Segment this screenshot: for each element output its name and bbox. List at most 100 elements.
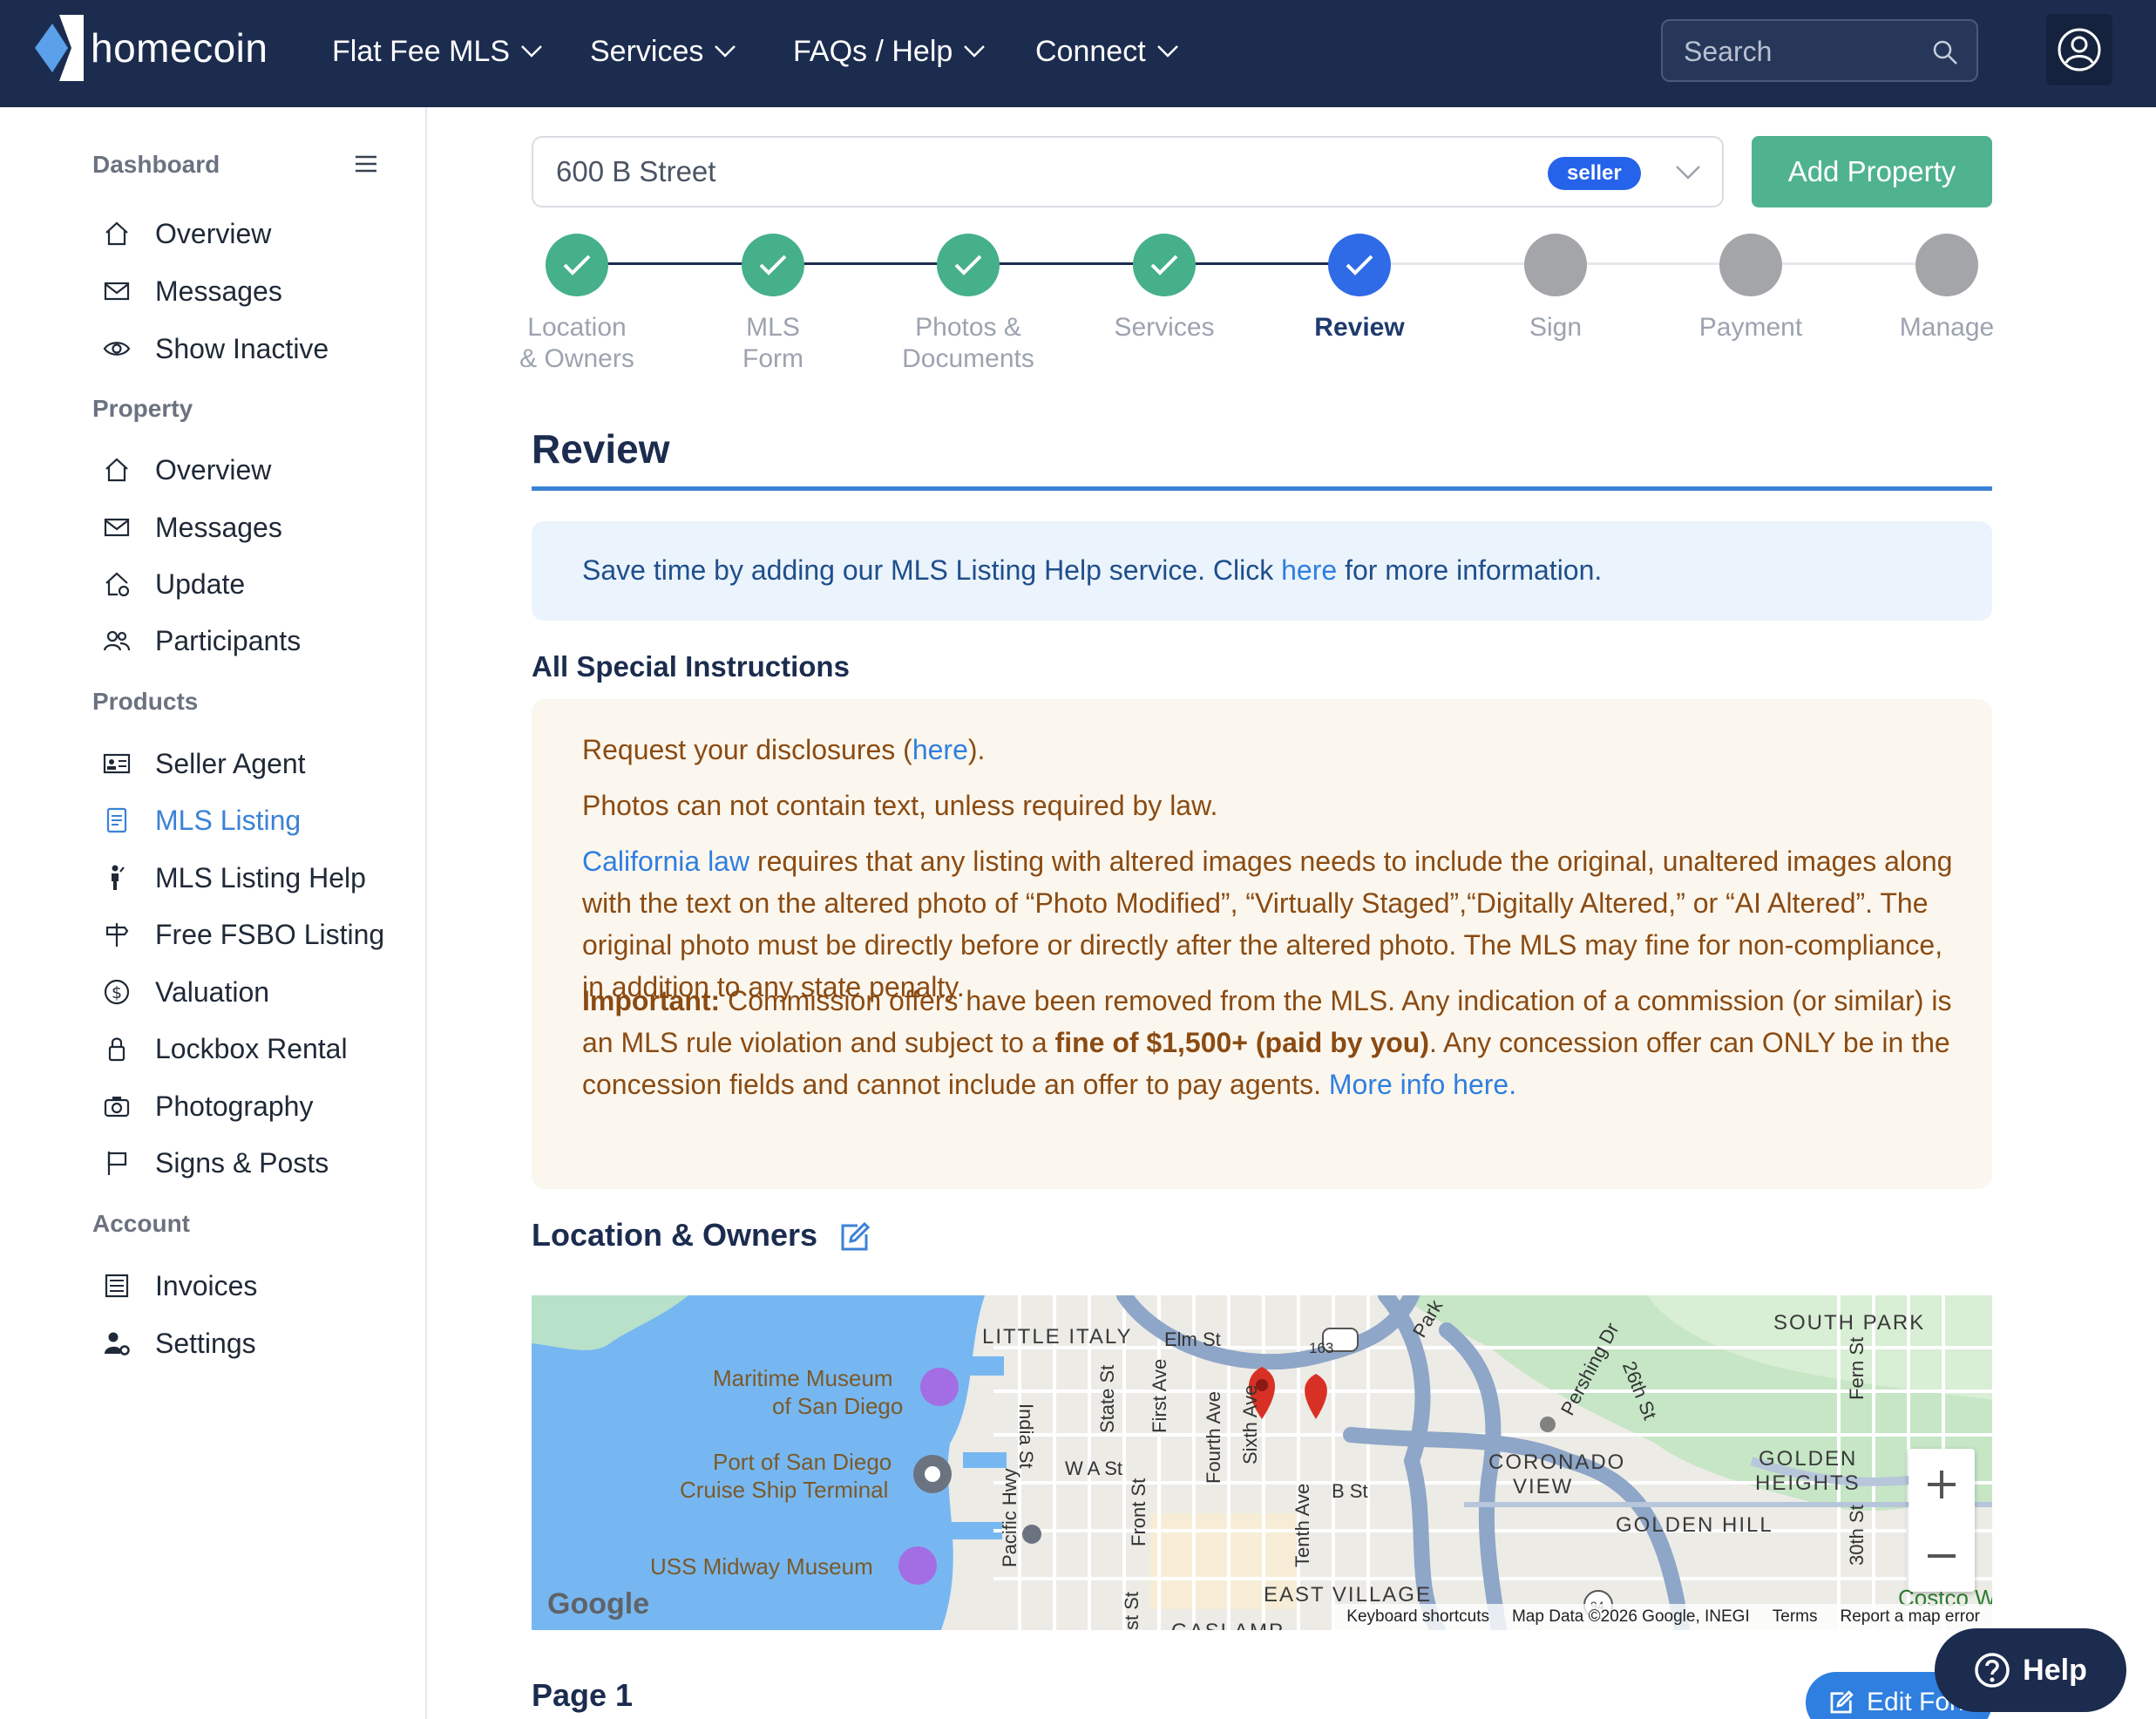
check-icon: [1346, 255, 1373, 275]
important-label: Important:: [582, 985, 721, 1016]
map-area-label: GASLAMP: [1171, 1620, 1285, 1630]
sidebar-item-participants[interactable]: Participants: [101, 619, 301, 662]
nav-flat-fee-mls[interactable]: Flat Fee MLS: [332, 30, 543, 73]
sidebar-item-valuation[interactable]: $ Valuation: [101, 970, 269, 1014]
search-icon[interactable]: [1931, 38, 1959, 66]
step-sign-circle[interactable]: [1524, 234, 1587, 296]
sidebar-item-mls-listing[interactable]: MLS Listing: [101, 798, 301, 842]
map-poi-label: USS Midway Museum: [650, 1553, 873, 1580]
user-account-button[interactable]: [2046, 14, 2112, 85]
step-label-sign[interactable]: Sign: [1460, 312, 1651, 343]
nav-services[interactable]: Services: [590, 30, 736, 73]
map-poi-label: Maritime Museum: [713, 1365, 893, 1391]
step-photos-documents-circle[interactable]: [937, 234, 1000, 296]
users-icon: [101, 625, 132, 656]
disclosures-link[interactable]: here: [912, 734, 968, 765]
sidebar-item-dashboard-messages[interactable]: Messages: [101, 269, 282, 313]
sidebar-item-lockbox-rental[interactable]: Lockbox Rental: [101, 1027, 348, 1070]
step-label-photos-documents[interactable]: Photos & Documents: [872, 312, 1064, 375]
step-label-payment[interactable]: Payment: [1655, 312, 1847, 343]
zoom-in-button[interactable]: [1909, 1449, 1975, 1520]
sidebar-item-dashboard-overview[interactable]: Overview: [101, 212, 271, 255]
edit-icon[interactable]: [838, 1220, 871, 1254]
sidebar-item-label: MLS Listing: [155, 804, 302, 836]
sidebar-item-label: Participants: [155, 624, 302, 656]
property-select[interactable]: 600 B Street seller: [532, 136, 1724, 207]
step-location-owners-circle[interactable]: [546, 234, 608, 296]
sidebar-item-label: Invoices: [155, 1269, 258, 1301]
zoom-out-button[interactable]: [1909, 1520, 1975, 1592]
question-circle-icon: [1975, 1653, 2010, 1688]
info-banner-text: Save time by adding our MLS Listing Help…: [582, 554, 1602, 587]
location-map[interactable]: LITTLE ITALY SOUTH PARK CORONADO VIEW GO…: [532, 1295, 1992, 1630]
step-label-mls-form[interactable]: MLS Form: [677, 312, 869, 375]
sidebar-item-label: Signs & Posts: [155, 1146, 329, 1179]
step-label-review[interactable]: Review: [1264, 312, 1455, 343]
help-button[interactable]: Help: [1935, 1628, 2126, 1712]
step-label-line: Sign: [1529, 313, 1583, 342]
sidebar-item-label: Lockbox Rental: [155, 1032, 348, 1064]
text: ).: [967, 734, 986, 765]
sidebar-item-label: Messages: [155, 275, 282, 307]
step-review-circle[interactable]: [1328, 234, 1391, 296]
sidebar-item-show-inactive[interactable]: Show Inactive: [101, 327, 329, 370]
property-address: 600 B Street: [556, 155, 716, 187]
page-title: Review: [532, 426, 670, 472]
map-street-label: Tenth Ave: [1292, 1483, 1313, 1567]
map-area-label: GOLDEN HILL: [1616, 1513, 1773, 1537]
sidebar-heading-products: Products: [92, 688, 199, 715]
check-icon: [1150, 255, 1178, 275]
step-label-line: Photos &: [915, 313, 1021, 342]
more-info-link[interactable]: More info here.: [1329, 1069, 1516, 1100]
disclosures-paragraph: Request your disclosures (here).: [582, 729, 1959, 771]
homecoin-logo[interactable]: homecoin: [33, 12, 268, 84]
sidebar-item-seller-agent[interactable]: Seller Agent: [101, 742, 306, 785]
report-map-error-link[interactable]: Report a map error: [1840, 1607, 1980, 1627]
search-box: [1661, 19, 1978, 82]
sidebar-item-settings[interactable]: Settings: [101, 1322, 256, 1365]
sidebar-item-invoices[interactable]: Invoices: [101, 1264, 257, 1308]
sidebar-item-mls-listing-help[interactable]: MLS Listing Help: [101, 856, 366, 900]
chevron-down-icon: [715, 45, 736, 58]
dollar-circle-icon: $: [101, 976, 132, 1008]
sidebar-item-label: Messages: [155, 511, 282, 543]
sidebar-item-label: Free FSBO Listing: [155, 918, 385, 950]
map-area-label: GOLDEN: [1759, 1447, 1858, 1471]
terms-link[interactable]: Terms: [1773, 1607, 1818, 1627]
homecoin-logo-icon: [33, 13, 85, 83]
stepper-line-remaining: [1359, 262, 1947, 265]
hamburger-menu-icon[interactable]: [356, 154, 376, 173]
search-input[interactable]: [1684, 31, 1919, 71]
step-label-services[interactable]: Services: [1068, 312, 1260, 343]
sidebar-item-photography[interactable]: Photography: [101, 1084, 313, 1128]
nav-connect[interactable]: Connect: [1035, 30, 1179, 73]
sidebar-item-property-messages[interactable]: Messages: [101, 506, 282, 549]
map-poi-label: Port of San Diego: [713, 1449, 892, 1475]
check-icon: [954, 255, 982, 275]
step-label-location-owners[interactable]: Location & Owners: [481, 312, 673, 375]
photos-paragraph: Photos can not contain text, unless requ…: [582, 790, 1218, 821]
step-services-circle[interactable]: [1133, 234, 1196, 296]
nav-label: Services: [590, 34, 704, 68]
keyboard-shortcuts-link[interactable]: Keyboard shortcuts: [1346, 1607, 1489, 1627]
special-instructions-box: Request your disclosures (here). Photos …: [532, 699, 1992, 1189]
sidebar-item-free-fsbo-listing[interactable]: Free FSBO Listing: [101, 913, 384, 956]
california-law-link[interactable]: California law: [582, 846, 749, 877]
step-label-manage[interactable]: Manage: [1851, 312, 2043, 343]
sidebar-item-signs-posts[interactable]: Signs & Posts: [101, 1141, 329, 1185]
add-property-button[interactable]: Add Property: [1752, 136, 1992, 207]
sidebar-item-update[interactable]: Update: [101, 562, 245, 606]
step-mls-form-circle[interactable]: [742, 234, 804, 296]
step-payment-circle[interactable]: [1719, 234, 1782, 296]
map-street-label: Elm St: [1164, 1328, 1221, 1350]
sidebar-item-property-overview[interactable]: Overview: [101, 448, 271, 492]
home-icon: [101, 218, 132, 249]
step-label-line: Documents: [902, 344, 1034, 373]
mls-help-link[interactable]: here: [1281, 554, 1337, 586]
user-circle-icon: [2058, 28, 2101, 71]
nav-label: Flat Fee MLS: [332, 34, 511, 68]
nav-faqs-help[interactable]: FAQs / Help: [793, 30, 986, 73]
plus-icon: [1928, 1471, 1956, 1498]
step-manage-circle[interactable]: [1915, 234, 1978, 296]
nav-label: FAQs / Help: [793, 34, 953, 68]
